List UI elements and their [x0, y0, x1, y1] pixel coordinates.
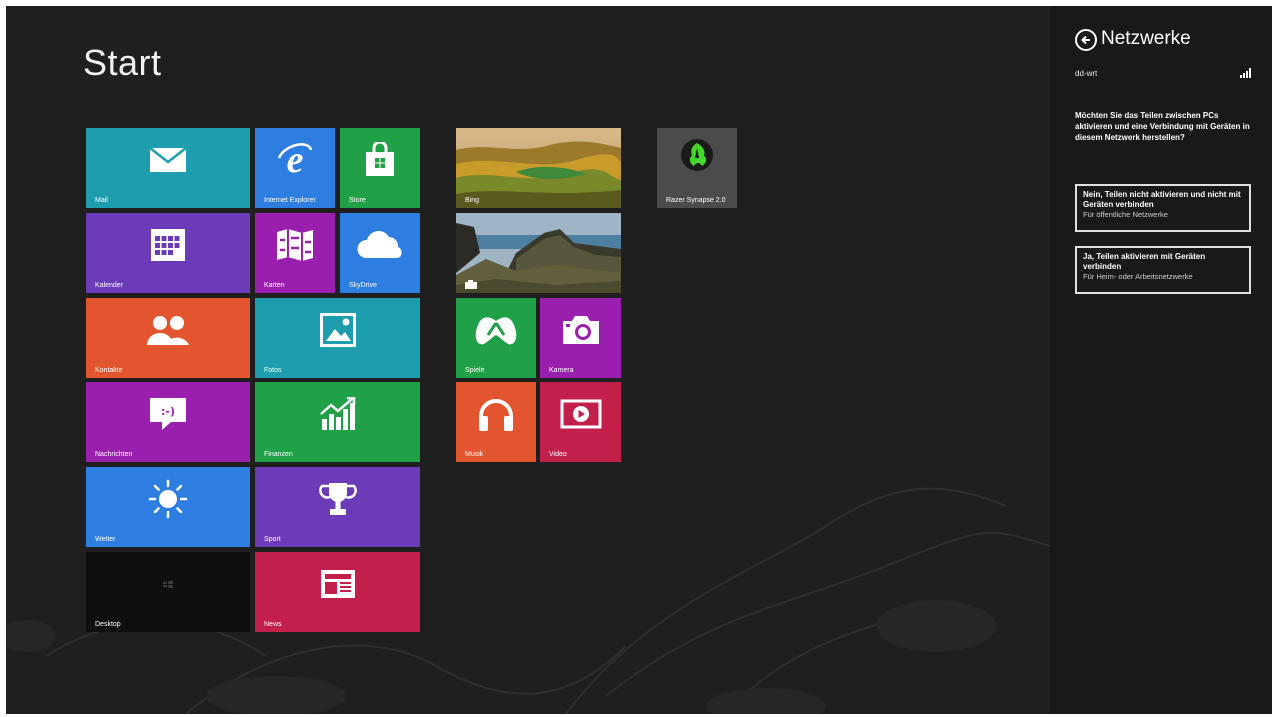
- tile-karten[interactable]: Karten: [255, 213, 335, 293]
- store-bag-icon: [366, 142, 394, 176]
- trophy-icon: [318, 483, 357, 515]
- tile-mail[interactable]: Mail: [86, 128, 250, 208]
- tile-label: Musik: [465, 451, 484, 458]
- wifi-signal-icon: [1240, 68, 1251, 78]
- tile-label: Finanzen: [264, 451, 293, 458]
- tile-internet-explorer[interactable]: e Internet Explorer: [255, 128, 335, 208]
- tile-bing[interactable]: Bing: [456, 128, 621, 208]
- tile-label: Kalender: [95, 282, 124, 289]
- tile-video[interactable]: Video: [540, 382, 621, 462]
- tile-label: Bing: [465, 197, 480, 204]
- people-icon: [147, 316, 189, 345]
- headphones-icon: [479, 399, 513, 431]
- tile-label: Karten: [264, 282, 285, 289]
- tile-store[interactable]: Store: [340, 128, 420, 208]
- tile-label: Mail: [95, 197, 108, 204]
- back-arrow-icon[interactable]: [1075, 29, 1097, 51]
- camera-icon: [562, 316, 599, 344]
- photo-icon: [319, 313, 356, 347]
- tile-musik[interactable]: Musik: [456, 382, 536, 462]
- sharing-question: Möchten Sie das Teilen zwischen PCs akti…: [1075, 111, 1250, 142]
- tile-razer-synapse[interactable]: Razer Synapse 2.0: [657, 128, 737, 208]
- tile-label: Kontakte: [95, 367, 123, 374]
- controller-icon: [475, 317, 517, 345]
- start-screen: Start Mail e Internet Explorer Store Kal…: [6, 6, 1272, 714]
- message-icon: :-): [150, 398, 186, 430]
- photo-small-icon: [465, 280, 477, 289]
- tile-fotos[interactable]: Fotos: [255, 298, 420, 378]
- tile-finanzen[interactable]: Finanzen: [255, 382, 420, 462]
- tile-label: Spiele: [465, 367, 485, 374]
- option-label: Nein, Teilen nicht aktivieren und nicht …: [1083, 190, 1241, 209]
- internet-explorer-icon: e: [277, 140, 313, 180]
- tile-label: Wetter: [95, 536, 116, 543]
- network-name[interactable]: dd-wrt: [1075, 69, 1097, 78]
- network-panel: Netzwerke dd-wrt Möchten Sie das Teilen …: [1050, 6, 1272, 714]
- tile-label: Internet Explorer: [264, 197, 316, 204]
- finance-chart-icon: [319, 397, 355, 430]
- map-icon: [277, 229, 313, 261]
- no-sharing-button[interactable]: Nein, Teilen nicht aktivieren und nicht …: [1075, 184, 1251, 232]
- tile-desktop[interactable]: Desktop: [86, 552, 250, 632]
- tile-label: News: [264, 621, 282, 628]
- option-label: Ja, Teilen aktivieren mit Geräten verbin…: [1083, 252, 1206, 271]
- tile-sport[interactable]: Sport: [255, 467, 420, 547]
- tile-nachrichten[interactable]: :-) Nachrichten: [86, 382, 250, 462]
- option-sublabel: Für öffentliche Netzwerke: [1083, 210, 1168, 219]
- tile-label: Sport: [264, 536, 281, 543]
- tile-label: Store: [349, 197, 366, 204]
- tile-news[interactable]: News: [255, 552, 420, 632]
- mail-icon: [149, 147, 187, 172]
- tile-kamera[interactable]: Kamera: [540, 298, 621, 378]
- news-icon: [320, 570, 355, 598]
- razer-logo-icon: [681, 139, 713, 171]
- mountain-landscape-image: [456, 213, 621, 293]
- svg-text::-): :-): [161, 405, 175, 418]
- panel-title: Netzwerke: [1101, 28, 1191, 49]
- video-play-icon: [560, 399, 601, 429]
- tile-kalender[interactable]: Kalender: [86, 213, 250, 293]
- tile-skydrive[interactable]: SkyDrive: [340, 213, 420, 293]
- desktop-logo-icon: [163, 580, 173, 589]
- tile-wetter[interactable]: Wetter: [86, 467, 250, 547]
- tile-photo-live[interactable]: [456, 213, 621, 293]
- tile-label: Video: [549, 451, 567, 458]
- tile-label: Fotos: [264, 367, 282, 374]
- tile-kontakte[interactable]: Kontakte: [86, 298, 250, 378]
- option-sublabel: Für Heim- oder Arbeitsnetzwerke: [1083, 272, 1193, 281]
- sun-icon: [148, 479, 188, 519]
- tile-label: SkyDrive: [349, 282, 378, 289]
- tile-label: Desktop: [95, 621, 121, 628]
- tile-spiele[interactable]: Spiele: [456, 298, 536, 378]
- start-title: Start: [83, 42, 162, 83]
- cloud-icon: [357, 231, 402, 258]
- tile-label: Razer Synapse 2.0: [666, 197, 726, 204]
- calendar-icon: [151, 229, 185, 261]
- tile-label: Kamera: [549, 367, 574, 374]
- tile-label: Nachrichten: [95, 451, 133, 458]
- yes-sharing-button[interactable]: Ja, Teilen aktivieren mit Geräten verbin…: [1075, 246, 1251, 294]
- bing-landscape-image: [456, 128, 621, 208]
